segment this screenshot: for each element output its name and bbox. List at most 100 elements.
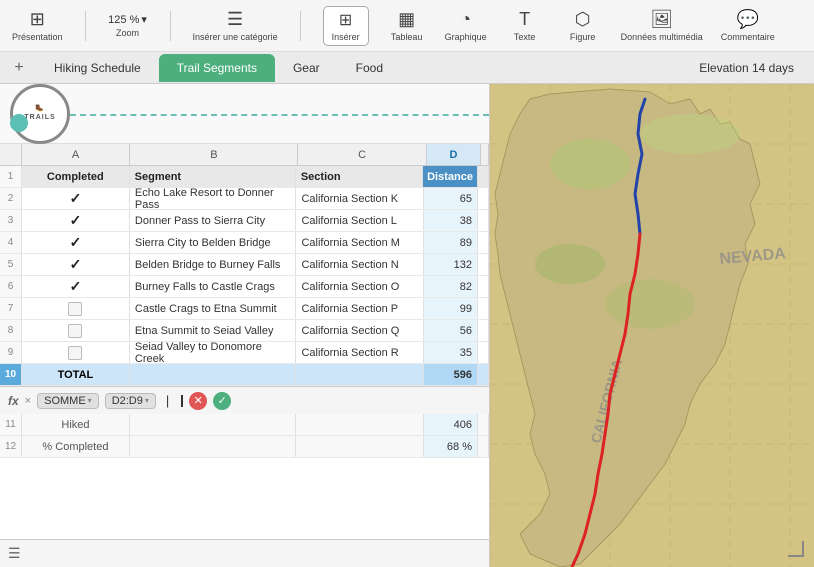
cell-distance: 56 [424,320,478,341]
table-container: 1 Completed Segment Section Distance 2✓E… [0,166,489,539]
tab-gear[interactable]: Gear [275,54,338,82]
cell-section: California Section K [296,188,423,209]
cell-section: California Section O [296,276,423,297]
row-num-2: 2 [0,188,22,209]
cell-distance: 35 [424,342,478,363]
media-button[interactable]: 🖼 Données multimédia [621,9,703,42]
row-num-9: 9 [0,342,22,363]
cell-completed: ✓ [22,254,130,275]
cell-completed: ✓ [22,210,130,231]
cell-segment: Sierra City to Belden Bridge [130,232,297,253]
insert-button[interactable]: ⊞ Insérer [323,6,369,46]
total-label: TOTAL [22,364,130,385]
row-num-3: 3 [0,210,22,231]
function-chevron: ▾ [88,396,92,405]
row-num-7: 7 [0,298,22,319]
text-label: Texte [514,32,536,42]
table-button[interactable]: ▦ Tableau [387,9,427,42]
checkmark-icon: ✓ [70,190,82,207]
cell-segment: Burney Falls to Castle Crags [130,276,297,297]
table-row[interactable]: 5✓Belden Bridge to Burney FallsCaliforni… [0,254,489,276]
chart-button[interactable]: ◔ Graphique [445,9,487,42]
shape-button[interactable]: ⬡ Figure [563,9,603,42]
cell-e [478,276,489,297]
formula-separator: × [25,395,31,407]
col-header-b: B [130,144,298,165]
resize-handle[interactable] [788,541,804,557]
map-area: NEVADA CALIFORNIA [490,84,814,567]
row-num-8: 8 [0,320,22,341]
cell-distance: 99 [424,298,478,319]
insert-category-button[interactable]: ☰ Insérer une catégorie [193,9,278,42]
checkbox-empty [68,302,82,316]
data-rows: 2✓Echo Lake Resort to Donner PassCalifor… [0,188,489,364]
formula-confirm-button[interactable]: ✓ [213,392,231,410]
table-row[interactable]: 2✓Echo Lake Resort to Donner PassCalifor… [0,188,489,210]
table-row-total[interactable]: 10 TOTAL 596 [0,364,489,386]
pct-c [296,436,423,457]
formula-cancel-button[interactable]: ✕ [189,392,207,410]
total-value: 596 [424,364,478,385]
comment-button[interactable]: 💬 Commentaire [721,9,775,42]
presentation-icon: ⊞ [30,9,45,30]
presentation-button[interactable]: ⊞ Présentation [12,9,63,42]
col-header-e [481,144,489,165]
cell-section: California Section R [296,342,423,363]
zoom-control[interactable]: 125 % ▾ Zoom [108,13,148,38]
cell-distance: 132 [424,254,478,275]
tab-elevation[interactable]: Elevation 14 days [687,57,806,79]
col-header-d: D [427,144,481,165]
menu-icon[interactable]: ☰ [8,545,21,562]
hiked-c [296,414,423,435]
row-num-10: 10 [0,364,22,385]
cell-e [478,342,489,363]
tab-food[interactable]: Food [338,54,401,82]
table-row-pct[interactable]: 12 % Completed 68 % [0,436,489,458]
function-tag[interactable]: SOMME ▾ [37,393,99,409]
cell-e [478,188,489,209]
tab-trail-segments[interactable]: Trail Segments [159,54,275,82]
cell-distance: 38 [424,210,478,231]
cell-segment: Seiad Valley to Donomore Creek [130,342,297,363]
table-row-hiked[interactable]: 11 Hiked 406 [0,414,489,436]
formula-bar: fx × SOMME ▾ D2:D9 ▾ | ✕ ✓ [0,386,489,414]
table-row[interactable]: 4✓Sierra City to Belden BridgeCalifornia… [0,232,489,254]
total-e [478,364,489,385]
range-tag[interactable]: D2:D9 ▾ [105,393,156,409]
insert-category-label: Insérer une catégorie [193,32,278,42]
table-row[interactable]: 8 Etna Summit to Seiad ValleyCalifornia S… [0,320,489,342]
table-label: Tableau [391,32,423,42]
add-sheet-button[interactable]: + [8,57,30,79]
table-row[interactable]: 7Castle Crags to Etna SummitCalifornia S… [0,298,489,320]
dashed-line [70,114,489,116]
tab-hiking-schedule[interactable]: Hiking Schedule [36,54,159,82]
table-icon: ▦ [398,9,415,30]
row-num-11: 11 [0,414,22,435]
cell-section: California Section Q [296,320,423,341]
checkmark-icon: ✓ [70,234,82,251]
col-headers-row: A B C D [0,144,489,166]
chart-icon: ◔ [460,9,471,30]
text-button[interactable]: T Texte [505,9,545,42]
cell-completed [22,298,130,319]
shape-icon: ⬡ [575,9,591,30]
pct-value: 68 % [424,436,478,457]
cell-section: California Section N [296,254,423,275]
table-row[interactable]: 9 Seiad Valley to Donomore CreekCaliforni… [0,342,489,364]
range-chevron: ▾ [145,396,149,405]
checkmark-icon: ✓ [70,212,82,229]
cell-completed [22,342,130,363]
media-icon: 🖼 [650,9,673,30]
cell-distance: 65 [424,188,478,209]
cell-segment: Etna Summit to Seiad Valley [130,320,297,341]
cell-completed: ✓ [22,276,130,297]
logo-area: 🥾 TRAILS [0,84,489,144]
total-b [130,364,297,385]
map-svg: NEVADA CALIFORNIA [490,84,814,567]
table-row[interactable]: 3✓Donner Pass to Sierra CityCalifornia S… [0,210,489,232]
row-num-6: 6 [0,276,22,297]
col-header-rownum [0,144,22,165]
cell-segment: Castle Crags to Etna Summit [130,298,297,319]
table-row[interactable]: 6✓Burney Falls to Castle CragsCalifornia… [0,276,489,298]
cell-e [478,210,489,231]
